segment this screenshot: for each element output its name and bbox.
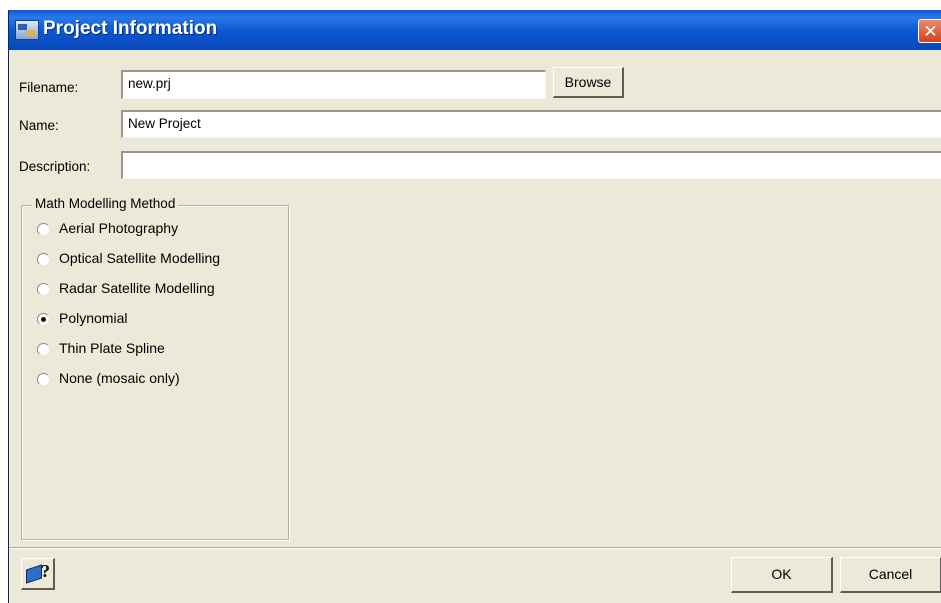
help-book-icon	[26, 564, 42, 584]
option-label: Polynomial	[59, 310, 128, 326]
radio-button[interactable]	[37, 373, 50, 386]
radio-button[interactable]	[37, 223, 50, 236]
radio-button[interactable]	[37, 283, 50, 296]
name-field[interactable]: New Project	[121, 110, 941, 138]
option-label: Thin Plate Spline	[59, 340, 165, 356]
description-label: Description:	[19, 159, 91, 174]
option-label: Radar Satellite Modelling	[59, 280, 215, 296]
radio-button-selected[interactable]	[37, 313, 50, 326]
footer-divider	[9, 547, 941, 549]
option-label: Optical Satellite Modelling	[59, 250, 221, 266]
cancel-button[interactable]: Cancel	[840, 557, 941, 593]
radio-button[interactable]	[37, 343, 50, 356]
filename-field[interactable]: new.prj	[121, 70, 546, 99]
close-icon[interactable]: ✕	[918, 19, 941, 43]
math-modelling-group-label: Math Modelling Method	[32, 196, 179, 211]
title-bar[interactable]: Project Information ✕	[9, 10, 941, 50]
ok-button[interactable]: OK	[731, 557, 833, 593]
project-information-dialog: Project Information ✕ Filename: new.prj …	[8, 10, 941, 603]
help-question-mark: ?	[41, 561, 50, 581]
project-icon	[15, 20, 39, 40]
filename-label: Filename:	[19, 80, 79, 95]
window-title: Project Information	[43, 18, 218, 39]
help-button[interactable]: ?	[21, 558, 55, 590]
description-field[interactable]	[121, 151, 941, 179]
option-label: None (mosaic only)	[59, 370, 180, 386]
name-label: Name:	[19, 118, 59, 133]
browse-button[interactable]: Browse	[553, 67, 624, 98]
option-label: Aerial Photography	[59, 220, 179, 236]
radio-button[interactable]	[37, 253, 50, 266]
